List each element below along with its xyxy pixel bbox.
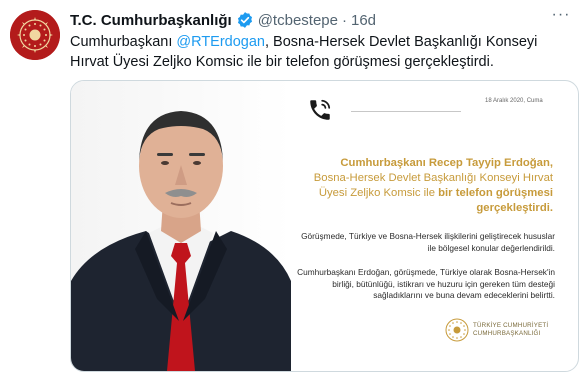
emblem-line-2: CUMHURBAŞKANLIĞI — [473, 330, 541, 337]
phone-icon — [310, 99, 331, 120]
presidential-emblem-icon — [445, 318, 469, 342]
presidential-seal-avatar — [10, 10, 60, 60]
verified-badge-icon — [237, 12, 252, 28]
tweet-text: Cumhurbaşkanı @RTErdogan, Bosna-Hersek D… — [70, 32, 570, 72]
author-name[interactable]: T.C. Cumhurbaşkanlığı — [70, 12, 232, 29]
more-options-icon[interactable]: ··· — [550, 6, 572, 26]
heading-bold-2: bir telefon görüşmesi gerçekleştirdi. — [438, 187, 553, 214]
header-divider — [351, 111, 461, 112]
tweet-time[interactable]: 16d — [351, 12, 376, 29]
tweet: T.C. Cumhurbaşkanlığı @tcbestepe · 16d ·… — [0, 0, 580, 372]
card-date: 18 Aralık 2020, Cuma — [485, 98, 543, 104]
emblem-text: TÜRKİYE CUMHURİYETİ CUMHURBAŞKANLIĞI — [473, 322, 563, 338]
card-paragraph-2: Cumhurbaşkanı Erdoğan, görüşmede, Türkiy… — [297, 267, 555, 300]
tweet-text-start: Cumhurbaşkanı — [70, 34, 177, 50]
card-paragraph-1: Görüşmede, Türkiye ve Bosna-Hersek ilişk… — [301, 231, 555, 253]
avatar[interactable] — [10, 10, 60, 60]
mention-link[interactable]: @RTErdogan — [176, 34, 265, 50]
portrait-photo — [71, 81, 291, 371]
tweet-header: T.C. Cumhurbaşkanlığı @tcbestepe · 16d — [70, 9, 570, 31]
media-card[interactable]: 18 Aralık 2020, Cuma Cumhurbaşkanı Recep… — [70, 80, 579, 372]
heading-bold-1: Cumhurbaşkanı Recep Tayyip Erdoğan, — [340, 157, 553, 169]
separator-dot: · — [341, 11, 347, 29]
card-heading: Cumhurbaşkanı Recep Tayyip Erdoğan, Bosn… — [303, 156, 553, 216]
emblem-line-1: TÜRKİYE CUMHURİYETİ — [473, 322, 549, 329]
author-handle[interactable]: @tcbestepe — [258, 12, 338, 29]
